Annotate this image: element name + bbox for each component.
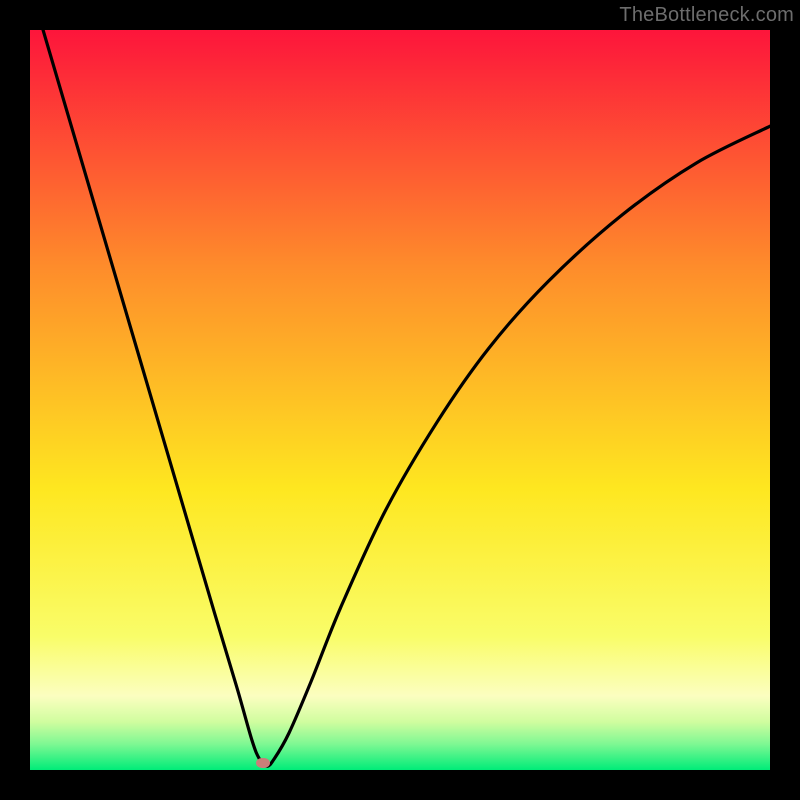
plot-area — [30, 30, 770, 770]
optimal-point-marker — [256, 758, 270, 768]
bottleneck-curve — [30, 30, 770, 770]
attribution-text: TheBottleneck.com — [619, 4, 794, 27]
chart-frame: TheBottleneck.com — [0, 0, 800, 800]
